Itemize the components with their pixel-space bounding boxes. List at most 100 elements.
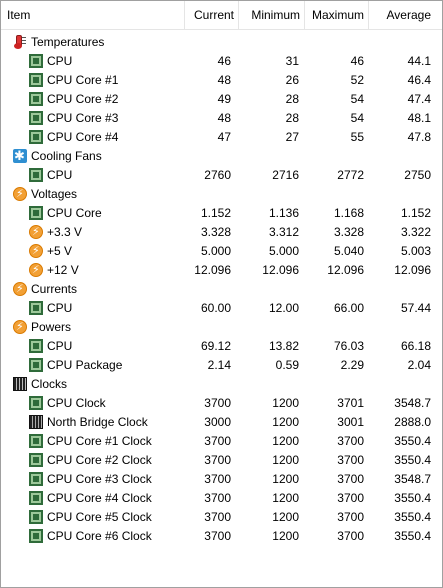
value-average: 1.152 — [400, 206, 431, 220]
group-row-temperatures[interactable]: Temperatures — [1, 33, 442, 52]
value-maximum: 46 — [350, 54, 364, 68]
value-current: 60.00 — [200, 301, 231, 315]
sensor-name: CPU Core #1 — [47, 73, 119, 87]
chip-icon — [29, 529, 43, 543]
sensor-row[interactable]: CPU Core 1.152 1.136 1.168 1.152 — [1, 204, 442, 223]
value-minimum: 1200 — [272, 510, 299, 524]
value-minimum: 28 — [285, 92, 299, 106]
sensor-name: CPU Core #4 Clock — [47, 491, 152, 505]
group-row-cooling-fans[interactable]: Cooling Fans — [1, 146, 442, 166]
sensor-row[interactable]: CPU Core #1 Clock 3700 1200 3700 3550.4 — [1, 432, 442, 451]
column-header-current-label: Current — [193, 8, 234, 22]
chip-icon — [29, 73, 43, 87]
lightning-icon — [29, 242, 43, 261]
value-current: 3700 — [204, 472, 231, 486]
group-label: Voltages — [31, 187, 78, 201]
sensor-row[interactable]: CPU Package 2.14 0.59 2.29 2.04 — [1, 356, 442, 375]
column-header-item[interactable]: Item — [1, 1, 185, 29]
value-minimum: 12.00 — [268, 301, 299, 315]
group-row-clocks[interactable]: Clocks — [1, 375, 442, 394]
sensor-row[interactable]: CPU Core #1 48 26 52 46.4 — [1, 71, 442, 90]
value-minimum: 3.312 — [268, 225, 299, 239]
group-row-powers[interactable]: Powers — [1, 318, 442, 337]
sensor-row[interactable]: CPU Core #2 Clock 3700 1200 3700 3550.4 — [1, 451, 442, 470]
sensor-row[interactable]: CPU Clock 3700 1200 3701 3548.7 — [1, 394, 442, 413]
sensor-row[interactable]: CPU Core #2 49 28 54 47.4 — [1, 90, 442, 109]
column-header-item-label: Item — [7, 8, 31, 22]
sensor-row[interactable]: CPU 69.12 13.82 76.03 66.18 — [1, 337, 442, 356]
group-label: Currents — [31, 282, 78, 296]
sensor-row[interactable]: North Bridge Clock 3000 1200 3001 2888.0 — [1, 413, 442, 432]
group-label: Cooling Fans — [31, 149, 102, 163]
column-header-maximum[interactable]: Maximum — [305, 1, 369, 29]
lightning-icon — [29, 223, 43, 242]
value-average: 46.4 — [407, 73, 431, 87]
column-header-average[interactable]: Average — [369, 1, 435, 29]
value-minimum: 5.000 — [268, 244, 299, 258]
sensor-row[interactable]: CPU Core #4 47 27 55 47.8 — [1, 128, 442, 147]
chip-icon — [29, 358, 43, 372]
value-average: 66.18 — [400, 339, 431, 353]
sensor-row[interactable]: +12 V 12.096 12.096 12.096 12.096 — [1, 261, 442, 280]
lightning-icon — [13, 185, 27, 204]
chip-icon — [29, 168, 43, 182]
value-average: 3548.7 — [394, 396, 431, 410]
sensor-name: CPU Core #2 Clock — [47, 453, 152, 467]
value-current: 12.096 — [194, 263, 231, 277]
value-average: 57.44 — [400, 301, 431, 315]
value-minimum: 1.136 — [268, 206, 299, 220]
sensor-row[interactable]: CPU 2760 2716 2772 2750 — [1, 166, 442, 185]
sensor-name: CPU Core #5 Clock — [47, 510, 152, 524]
value-maximum: 3700 — [337, 453, 364, 467]
sensor-row[interactable]: CPU Core #6 Clock 3700 1200 3700 3550.4 — [1, 527, 442, 546]
sensor-row[interactable]: CPU Core #4 Clock 3700 1200 3700 3550.4 — [1, 489, 442, 508]
sensor-row[interactable]: CPU Core #3 48 28 54 48.1 — [1, 109, 442, 128]
sensor-row[interactable]: +3.3 V 3.328 3.312 3.328 3.322 — [1, 223, 442, 242]
value-current: 46 — [217, 54, 231, 68]
value-current: 2.14 — [207, 358, 231, 372]
value-current: 3700 — [204, 491, 231, 505]
column-header-minimum-label: Minimum — [251, 8, 300, 22]
sensor-row[interactable]: CPU 60.00 12.00 66.00 57.44 — [1, 299, 442, 318]
value-maximum: 54 — [350, 92, 364, 106]
value-maximum: 3700 — [337, 529, 364, 543]
chip-icon — [29, 396, 43, 410]
value-current: 48 — [217, 73, 231, 87]
value-average: 2750 — [404, 168, 431, 182]
sensor-row[interactable]: CPU Core #5 Clock 3700 1200 3700 3550.4 — [1, 508, 442, 527]
group-row-currents[interactable]: Currents — [1, 280, 442, 299]
value-minimum: 13.82 — [268, 339, 299, 353]
sensor-name: CPU Core #6 Clock — [47, 529, 152, 543]
value-minimum: 1200 — [272, 529, 299, 543]
sensor-tree-view[interactable]: Item Current Minimum Maximum Average Tem… — [0, 0, 443, 588]
value-average: 2888.0 — [394, 415, 431, 429]
value-current: 49 — [217, 92, 231, 106]
sensor-name: CPU Core — [47, 206, 102, 220]
value-average: 2.04 — [407, 358, 431, 372]
value-current: 1.152 — [200, 206, 231, 220]
group-row-voltages[interactable]: Voltages — [1, 185, 442, 204]
sensor-row[interactable]: +5 V 5.000 5.000 5.040 5.003 — [1, 242, 442, 261]
value-average: 3550.4 — [394, 434, 431, 448]
lightning-icon — [13, 280, 27, 299]
value-maximum: 3.328 — [333, 225, 364, 239]
sensor-name: CPU — [47, 301, 73, 315]
sensor-row[interactable]: CPU Core #3 Clock 3700 1200 3700 3548.7 — [1, 470, 442, 489]
thermometer-icon — [13, 35, 27, 49]
value-average: 3550.4 — [394, 491, 431, 505]
value-average: 12.096 — [394, 263, 431, 277]
group-label: Powers — [31, 320, 72, 334]
column-header-minimum[interactable]: Minimum — [239, 1, 305, 29]
sensor-name: CPU Core #2 — [47, 92, 119, 106]
chip-icon — [29, 453, 43, 467]
value-current: 48 — [217, 111, 231, 125]
value-minimum: 26 — [285, 73, 299, 87]
value-average: 44.1 — [407, 54, 431, 68]
column-header-current[interactable]: Current — [185, 1, 239, 29]
chip-icon — [29, 206, 43, 220]
value-minimum: 27 — [285, 130, 299, 144]
value-current: 3700 — [204, 529, 231, 543]
value-maximum: 66.00 — [333, 301, 364, 315]
sensor-row[interactable]: CPU 46 31 46 44.1 — [1, 52, 442, 71]
clock-chip-icon — [13, 377, 27, 391]
